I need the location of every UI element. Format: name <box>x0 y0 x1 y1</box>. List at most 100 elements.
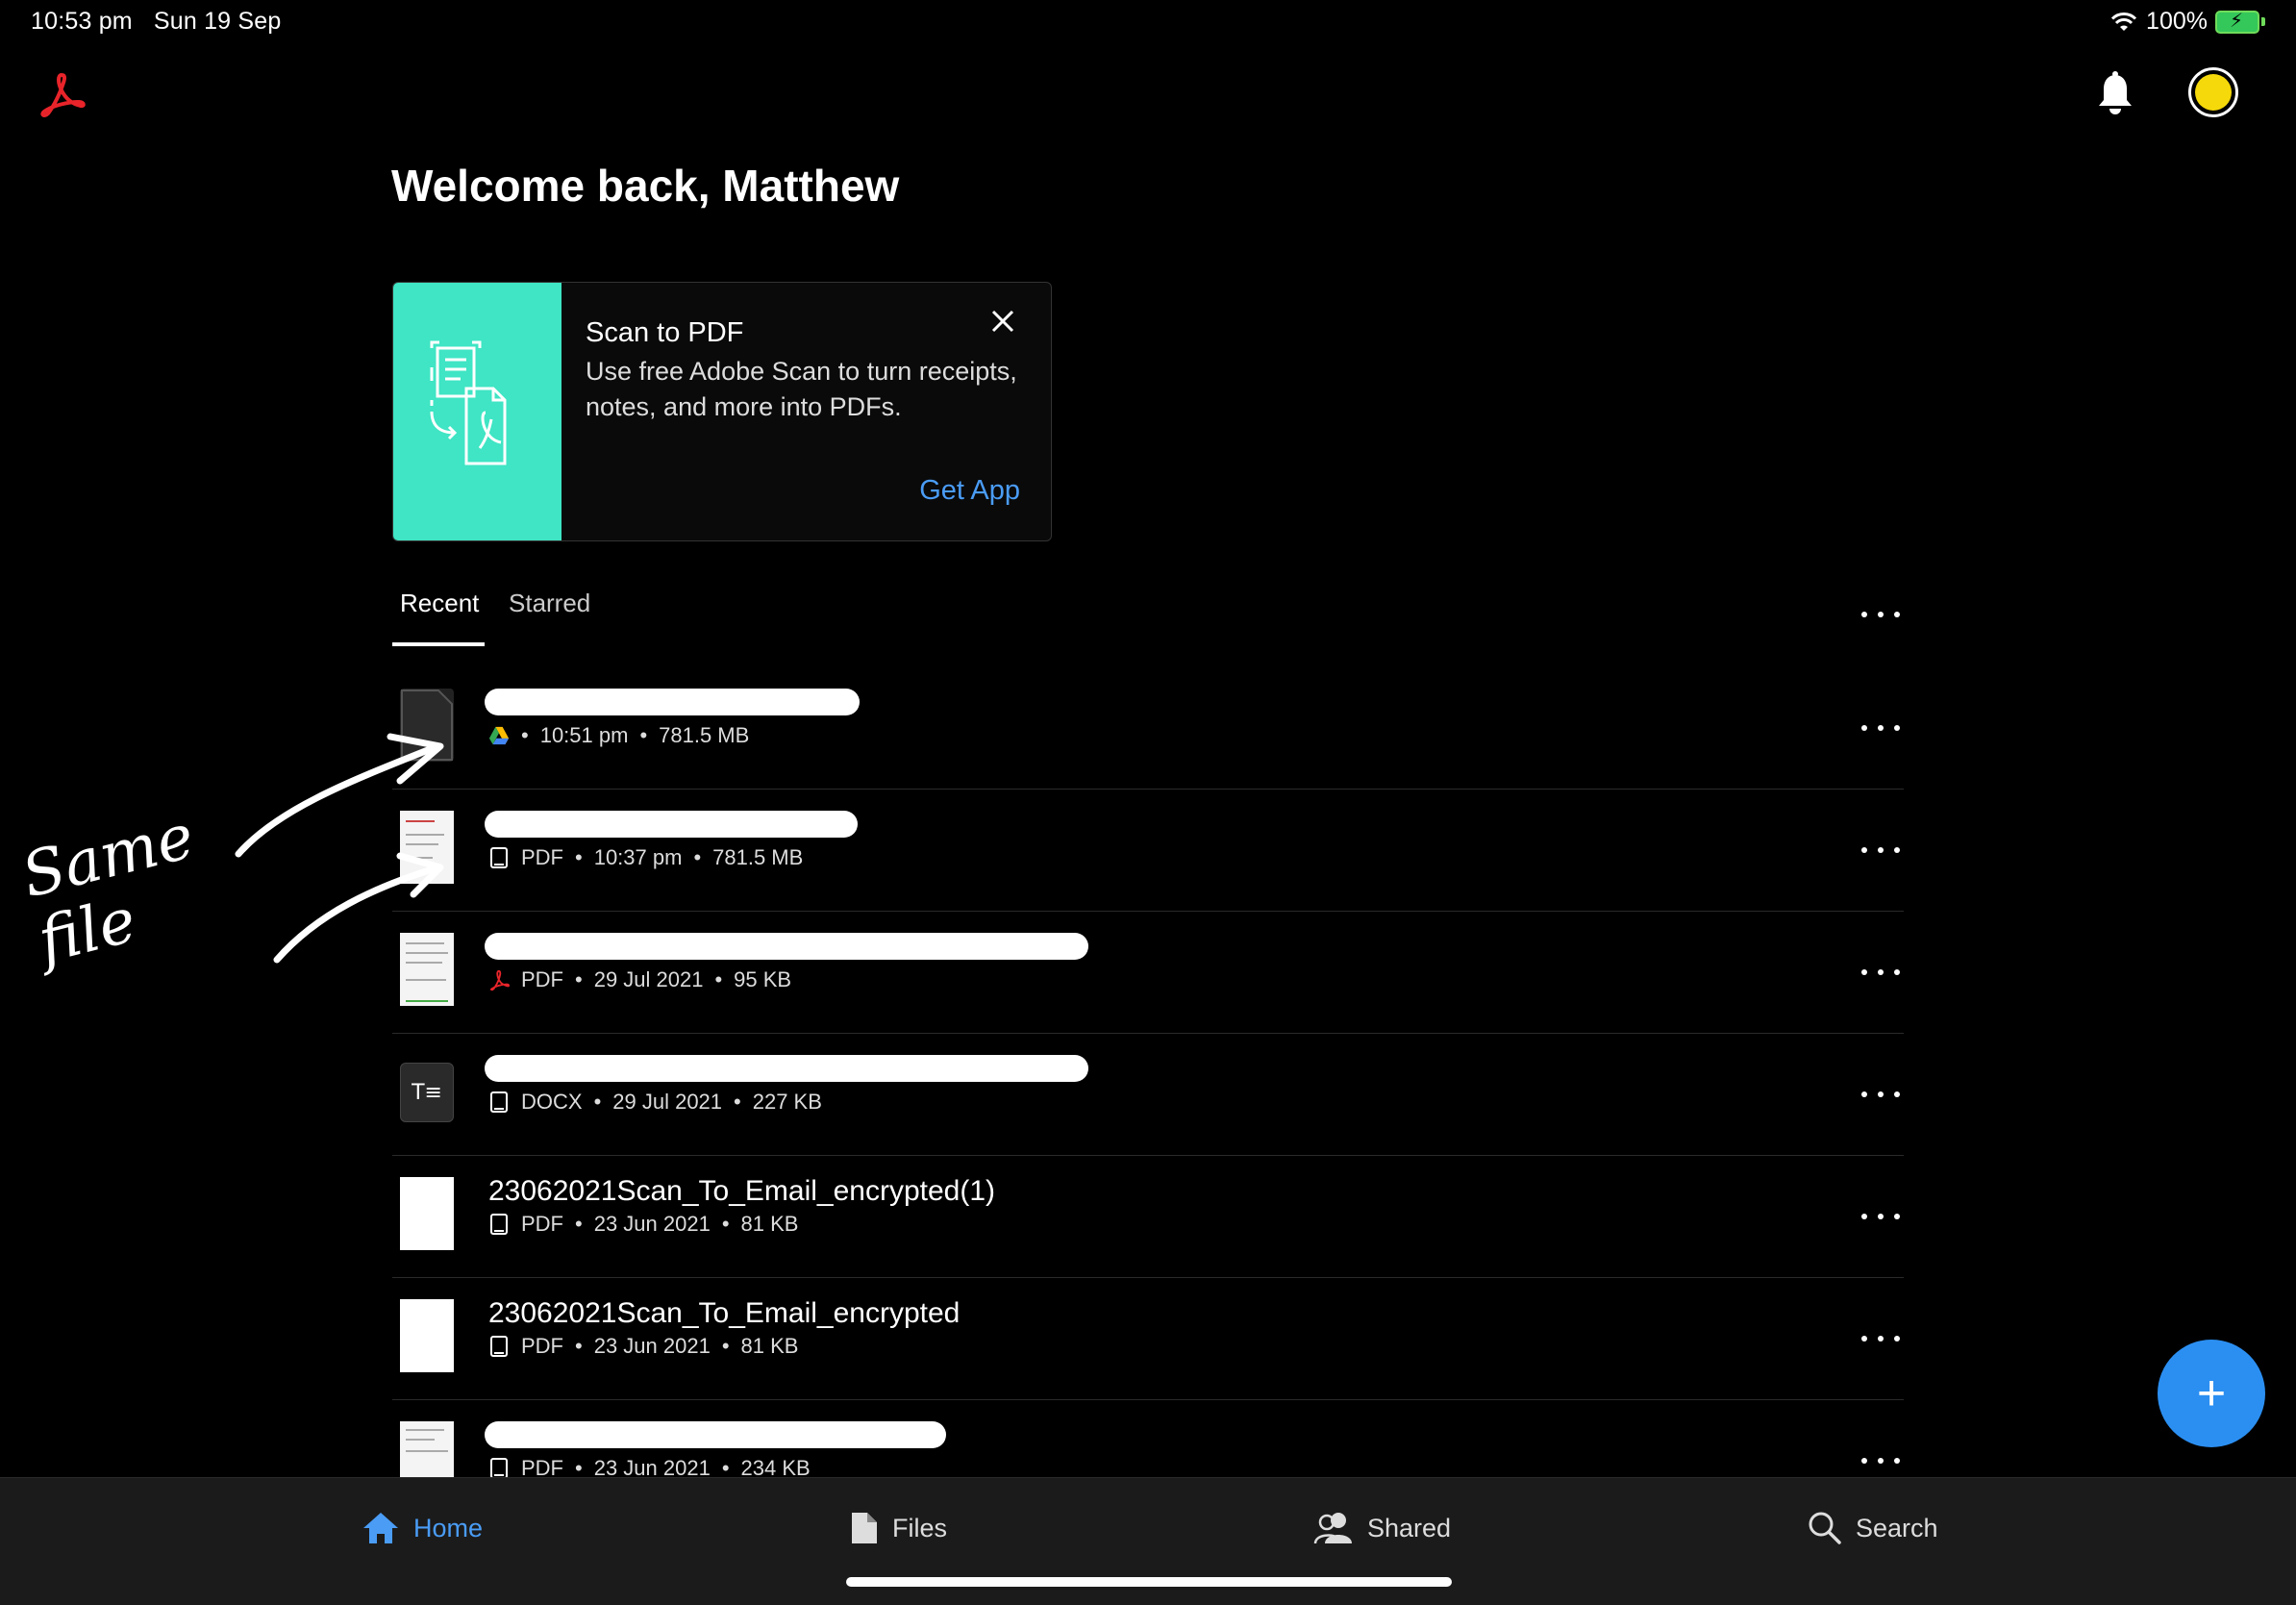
meta-separator: • <box>693 845 702 869</box>
file-name: 23062021Scan_To_Email_encrypted <box>488 1297 961 1329</box>
file-size: 781.5 MB <box>712 845 804 869</box>
file-meta: PDF • 10:37 pm • 781.5 MB <box>488 845 803 870</box>
file-time: 23 Jun 2021 <box>593 1334 711 1358</box>
file-row[interactable]: T≡ DOCX • 29 Jul 2021 • 227 KB <box>392 1034 1904 1156</box>
device-icon <box>490 1336 508 1357</box>
scan-document-icon <box>430 340 507 465</box>
file-row[interactable]: • 10:51 pm • 781.5 MB <box>392 667 1904 790</box>
file-size: 781.5 MB <box>659 723 750 747</box>
meta-separator: • <box>575 1212 583 1236</box>
file-row[interactable]: PDF • 29 Jul 2021 • 95 KB <box>392 912 1904 1034</box>
device-icon <box>490 1091 508 1113</box>
scan-illustration <box>393 283 562 540</box>
get-app-button[interactable]: Get App <box>919 475 1020 507</box>
file-row[interactable]: 23062021Scan_To_Email_encrypted(1) PDF •… <box>392 1156 1904 1278</box>
nav-shared[interactable]: Shared <box>1313 1511 1451 1545</box>
file-meta: • 10:51 pm • 781.5 MB <box>488 723 749 748</box>
redaction-mark <box>485 689 860 715</box>
nav-search[interactable]: Search <box>1808 1511 1938 1545</box>
status-bar-right: 100% ⚡ <box>2109 8 2265 36</box>
promo-title: Scan to PDF <box>586 317 744 348</box>
redaction-mark <box>485 1055 1088 1082</box>
file-more-options-button[interactable] <box>1861 967 1900 977</box>
file-thumbnail <box>400 1177 454 1250</box>
file-meta: PDF • 23 Jun 2021 • 81 KB <box>488 1334 798 1359</box>
file-row[interactable]: 23062021Scan_To_Email_encrypted PDF • 23… <box>392 1278 1904 1400</box>
status-date: Sun 19 Sep <box>153 8 282 35</box>
battery-percent: 100% <box>2146 8 2208 35</box>
file-thumbnail <box>400 1299 454 1372</box>
annotation-arrows <box>235 733 444 964</box>
nav-home[interactable]: Home <box>362 1511 483 1545</box>
file-name: 23062021Scan_To_Email_encrypted(1) <box>488 1175 996 1207</box>
file-time: 10:37 pm <box>593 845 683 869</box>
meta-separator: • <box>575 845 583 869</box>
file-more-options-button[interactable] <box>1861 723 1900 733</box>
battery-icon: ⚡ <box>2215 10 2265 34</box>
file-row[interactable]: PDF • 10:37 pm • 781.5 MB <box>392 790 1904 912</box>
file-more-options-button[interactable] <box>1861 1334 1900 1343</box>
status-time: 10:53 pm <box>31 8 133 35</box>
file-meta: DOCX • 29 Jul 2021 • 227 KB <box>488 1090 822 1115</box>
recent-files-list: • 10:51 pm • 781.5 MB PDF • 10:37 pm • 7… <box>392 667 1904 1487</box>
device-icon <box>490 1214 508 1235</box>
meta-separator: • <box>639 723 648 747</box>
redaction-mark <box>485 1421 946 1448</box>
meta-separator: • <box>593 1090 602 1114</box>
file-time: 10:51 pm <box>539 723 629 747</box>
redaction-mark <box>485 811 858 838</box>
acrobat-icon <box>490 969 510 991</box>
file-size: 81 KB <box>740 1212 799 1236</box>
acrobat-logo-icon[interactable] <box>37 69 87 119</box>
file-icon <box>852 1513 877 1543</box>
tab-active-indicator <box>392 642 485 646</box>
list-more-options-button[interactable] <box>1861 610 1900 619</box>
file-time: 29 Jul 2021 <box>612 1090 723 1114</box>
user-avatar[interactable] <box>2188 67 2238 117</box>
tab-recent[interactable]: Recent <box>400 589 479 618</box>
meta-separator: • <box>521 723 529 747</box>
file-size: 227 KB <box>752 1090 822 1114</box>
file-type: PDF <box>521 967 563 991</box>
file-more-options-button[interactable] <box>1861 845 1900 855</box>
create-fab-button[interactable]: + <box>2158 1340 2265 1447</box>
redaction-mark <box>485 933 1088 960</box>
nav-home-label: Home <box>413 1513 484 1542</box>
file-type: PDF <box>521 1334 563 1358</box>
page-title: Welcome back, Matthew <box>391 161 900 211</box>
home-indicator <box>846 1577 1452 1587</box>
promo-description: Use free Adobe Scan to turn receipts, no… <box>586 357 1017 421</box>
device-icon <box>490 847 508 868</box>
nav-files-label: Files <box>892 1513 948 1542</box>
docx-file-icon: T≡ <box>400 1063 454 1122</box>
nav-files[interactable]: Files <box>850 1511 947 1545</box>
meta-separator: • <box>721 1212 730 1236</box>
file-meta: PDF • 23 Jun 2021 • 81 KB <box>488 1212 798 1237</box>
file-more-options-button[interactable] <box>1861 1456 1900 1466</box>
nav-shared-label: Shared <box>1367 1513 1452 1542</box>
file-row[interactable]: PDF • 23 Jun 2021 • 234 KB <box>392 1400 1904 1487</box>
file-more-options-button[interactable] <box>1861 1212 1900 1221</box>
file-time: 29 Jul 2021 <box>593 967 704 991</box>
notification-bell-icon[interactable] <box>2096 71 2134 117</box>
file-type: DOCX <box>521 1090 583 1114</box>
home-icon <box>363 1513 398 1543</box>
meta-separator: • <box>734 1090 741 1114</box>
file-more-options-button[interactable] <box>1861 1090 1900 1099</box>
tab-starred[interactable]: Starred <box>509 589 590 618</box>
meta-separator: • <box>575 1334 583 1358</box>
wifi-icon <box>2110 12 2137 31</box>
search-icon <box>1809 1512 1841 1544</box>
meta-separator: • <box>575 967 583 991</box>
handwritten-annotation: Same file <box>14 801 201 978</box>
file-time: 23 Jun 2021 <box>593 1212 711 1236</box>
meta-separator: • <box>714 967 723 991</box>
close-icon[interactable] <box>989 308 1016 335</box>
people-icon <box>1313 1513 1352 1544</box>
status-bar-left: 10:53 pm Sun 19 Sep <box>31 8 282 36</box>
meta-separator: • <box>721 1334 730 1358</box>
google-drive-icon <box>488 726 510 745</box>
file-type: PDF <box>521 1212 563 1236</box>
file-size: 95 KB <box>734 967 792 991</box>
file-meta: PDF • 29 Jul 2021 • 95 KB <box>488 967 791 992</box>
